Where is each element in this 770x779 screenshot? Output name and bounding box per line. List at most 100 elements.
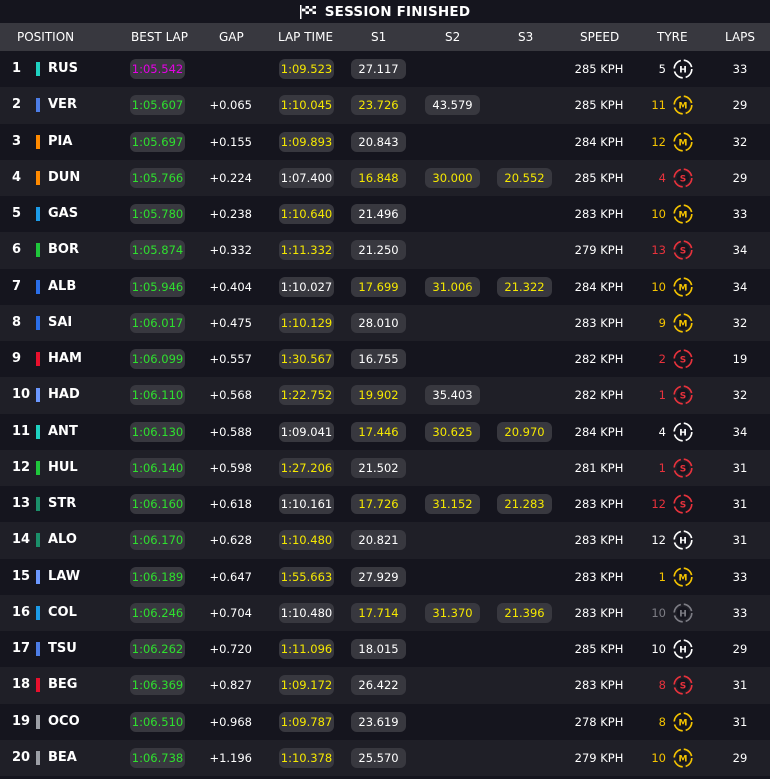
tyre-compound-icon: H (673, 421, 693, 442)
sector3-pill: 21.396 (497, 602, 552, 623)
laps-count: 34 (732, 243, 748, 258)
position-number: 11 (12, 423, 31, 439)
speed-value: 284 KPH (574, 134, 624, 149)
table-row[interactable]: 20 BEA 1:06.738 +1.196 1:10.378 25.570 279 KPH… (0, 739, 770, 776)
table-row[interactable]: 17 TSU 1:06.262 +0.720 1:11.096 18.015 285 KPH… (0, 631, 770, 668)
table-row[interactable]: 9 HAM 1:06.099 +0.557 1:30.567 16.755 282 KPH 2… (0, 341, 770, 378)
col-speed: SPEED (580, 30, 620, 44)
lap-time-pill: 1:09.172 (279, 675, 334, 696)
col-best-lap: BEST LAP (131, 30, 188, 44)
table-row[interactable]: 5 GAS 1:05.780 +0.238 1:10.640 21.496 283 KPH 1… (0, 196, 770, 233)
table-row[interactable]: 7 ALB 1:05.946 +0.404 1:10.027 17.699 31.006 21… (0, 268, 770, 305)
driver-code: GAS (48, 206, 79, 221)
best-lap-pill: 1:06.189 (130, 566, 185, 587)
best-lap-pill: 1:05.874 (130, 240, 185, 261)
lap-time-pill: 1:09.787 (279, 711, 334, 732)
gap-value: +0.155 (209, 134, 252, 149)
driver-code: BEG (48, 677, 78, 693)
lap-time-pill: 1:07.400 (279, 167, 334, 188)
sector2-pill: 31.152 (425, 494, 480, 514)
team-color-bar (36, 569, 40, 584)
tyre-compound-icon: M (673, 566, 693, 587)
col-s1: S1 (371, 30, 387, 44)
speed-value: 279 KPH (574, 243, 624, 258)
sector1-pill: 25.570 (351, 747, 406, 768)
gap-value: +0.720 (209, 642, 252, 656)
sector1-pill: 21.250 (351, 240, 406, 261)
speed-value: 283 KPH (574, 533, 624, 548)
lap-time-pill: 1:10.129 (279, 312, 334, 333)
table-row[interactable]: 11 ANT 1:06.130 +0.588 1:09.041 17.446 30.625 2… (0, 413, 770, 450)
laps-count: 34 (732, 424, 748, 439)
table-row[interactable]: 16 COL 1:06.246 +0.704 1:10.480 17.714 31.370 2… (0, 594, 770, 631)
gap-value: +0.224 (209, 170, 252, 185)
table-row[interactable]: 12 HUL 1:06.140 +0.598 1:27.206 21.502 281 KPH… (0, 449, 770, 486)
team-color-bar (36, 388, 40, 403)
table-row[interactable]: 19 OCO 1:06.510 +0.968 1:09.787 23.619 278 KPH… (0, 703, 770, 740)
team-color-bar (36, 642, 40, 656)
tyre-age: 9 (658, 315, 666, 330)
best-lap-pill: 1:05.607 (130, 95, 185, 116)
laps-count: 29 (732, 170, 748, 185)
tyre-compound-letter: H (679, 609, 687, 619)
speed-value: 283 KPH (574, 569, 624, 584)
sector1-pill: 28.010 (351, 312, 406, 333)
sector1-pill: 16.755 (351, 349, 406, 369)
team-color-bar (36, 98, 40, 113)
table-row[interactable]: 14 ALO 1:06.170 +0.628 1:10.480 20.821 283 KPH… (0, 522, 770, 559)
tyre-age: 11 (651, 98, 666, 113)
position-number: 6 (12, 242, 22, 258)
position-number: 14 (12, 532, 31, 548)
laps-count: 29 (732, 642, 748, 656)
table-row[interactable]: 2 VER 1:05.607 +0.065 1:10.045 23.726 43.579 28… (0, 87, 770, 124)
table-row[interactable]: 3 PIA 1:05.697 +0.155 1:09.893 20.843 284 KPH 1… (0, 123, 770, 160)
tyre-compound-icon: M (673, 204, 693, 224)
tyre-compound-icon: S (673, 385, 693, 405)
driver-code: HUL (48, 459, 78, 475)
table-row[interactable]: 10 HAD 1:06.110 +0.568 1:22.752 19.902 35.403 2… (0, 377, 770, 414)
best-lap-pill: 1:06.738 (130, 747, 185, 768)
lap-time-pill: 1:11.332 (279, 240, 334, 261)
gap-value: +0.238 (209, 207, 252, 221)
tyre-compound-icon: S (673, 458, 693, 478)
driver-code: RUS (48, 61, 78, 76)
driver-code: BEA (48, 749, 77, 765)
table-row[interactable]: 8 SAI 1:06.017 +0.475 1:10.129 28.010 283 KPH 9… (0, 304, 770, 341)
best-lap-pill: 1:06.170 (130, 530, 185, 551)
team-color-bar (36, 134, 40, 149)
best-lap-pill: 1:06.017 (130, 312, 185, 333)
tyre-age: 10 (651, 207, 666, 221)
table-row[interactable]: 18 BEG 1:06.369 +0.827 1:09.172 26.422 283 KPH… (0, 667, 770, 704)
tyre-age: 10 (651, 279, 666, 294)
sector2-pill: 30.000 (425, 167, 480, 188)
tyre-compound-icon: M (673, 276, 693, 297)
table-row[interactable]: 4 DUN 1:05.766 +0.224 1:07.400 16.848 30.000 20… (0, 159, 770, 196)
sector1-pill: 21.502 (351, 457, 406, 478)
sector1-pill: 17.446 (351, 421, 406, 442)
driver-code: OCO (48, 713, 80, 729)
tyre-age: 12 (651, 533, 666, 548)
speed-value: 282 KPH (574, 352, 624, 366)
team-color-bar (36, 460, 40, 475)
lap-time-pill: 1:10.640 (279, 204, 334, 224)
best-lap-pill: 1:06.099 (130, 349, 185, 369)
laps-count: 32 (732, 134, 748, 149)
speed-value: 284 KPH (574, 279, 624, 294)
tyre-compound-letter: H (679, 537, 687, 547)
position-number: 1 (12, 61, 22, 76)
lap-time-pill: 1:55.663 (279, 566, 334, 587)
sector3-pill: 21.322 (497, 276, 552, 297)
sector2-pill: 31.006 (425, 276, 480, 297)
table-row[interactable]: 15 LAW 1:06.189 +0.647 1:55.663 27.929 283 KPH… (0, 558, 770, 595)
table-row[interactable]: 1 RUS 1:05.542 1:09.523 27.117 285 KPH 5 H 33 (0, 51, 770, 88)
team-color-bar (36, 170, 40, 185)
speed-value: 283 KPH (574, 605, 624, 620)
gap-value: +0.598 (209, 460, 252, 475)
sector1-pill: 17.726 (351, 494, 406, 514)
table-row[interactable]: 6 BOR 1:05.874 +0.332 1:11.332 21.250 279 KPH 1… (0, 232, 770, 269)
tyre-compound-icon: H (673, 530, 693, 550)
laps-count: 19 (732, 352, 748, 366)
timing-table: 1 RUS 1:05.542 1:09.523 27.117 285 KPH 5 H 33 2 VE… (0, 51, 770, 776)
table-row[interactable]: 13 STR 1:06.160 +0.618 1:10.161 17.726 31.152 2… (0, 486, 770, 523)
position-number: 8 (12, 314, 22, 330)
